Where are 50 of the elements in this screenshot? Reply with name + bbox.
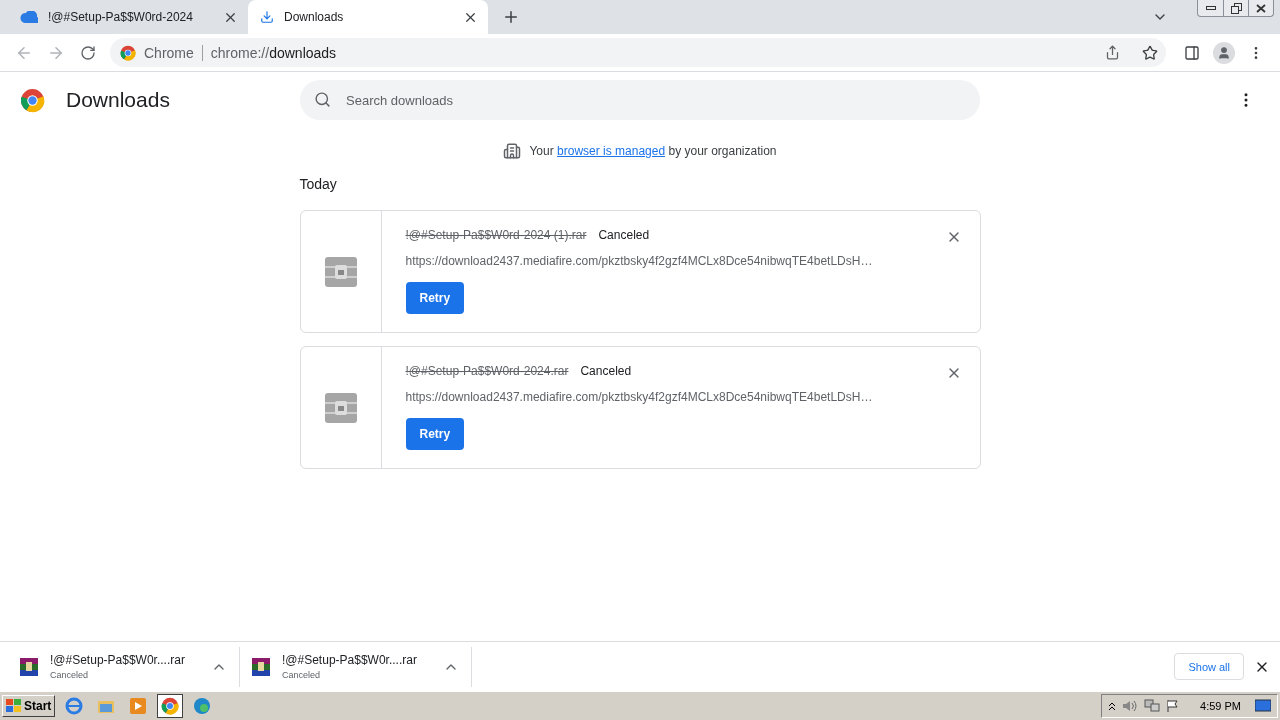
url-text: chrome://downloads <box>210 44 338 61</box>
new-tab-icon[interactable] <box>502 8 520 26</box>
shelf-item[interactable]: !@#Setup-Pa$$W0r....rar Canceled <box>240 646 472 687</box>
download-url: https://download2437.mediafire.com/pkztbsky4f2gzf4MCLx8Dce54nibwqTE4betLDsH… <box>405 254 874 268</box>
cloud-icon <box>20 11 38 23</box>
download-status: Canceled <box>598 228 650 242</box>
archive-file-icon <box>324 256 357 287</box>
archive-file-icon <box>252 657 270 676</box>
show-all-button[interactable]: Show all <box>1174 653 1244 680</box>
download-status: Canceled <box>580 364 632 378</box>
shelf-status: Canceled <box>282 670 322 680</box>
shelf-item[interactable]: !@#Setup-Pa$$W0r....rar Canceled <box>8 646 240 687</box>
chrome-taskbar-icon[interactable] <box>157 694 184 718</box>
retry-button[interactable]: Retry <box>405 282 465 314</box>
browser-tab[interactable]: !@#Setup-Pa$$W0rd-2024 <box>8 0 248 34</box>
retry-button[interactable]: Retry <box>405 418 465 450</box>
speaker-icon[interactable] <box>1122 699 1139 713</box>
windows-logo-icon <box>6 699 22 713</box>
tab-title: !@#Setup-Pa$$W0rd-2024 <box>48 10 194 24</box>
search-field[interactable]: Search downloads <box>300 80 980 120</box>
address-bar[interactable]: Chrome chrome://downloads <box>110 38 1166 67</box>
network-icon[interactable] <box>1144 699 1161 713</box>
star-icon[interactable] <box>1142 44 1158 61</box>
chrome-logo-icon <box>20 87 45 113</box>
chrome-logo-icon <box>161 697 180 715</box>
managed-notice: Your browser is managed by your organization <box>529 144 777 158</box>
download-url: https://download2437.mediafire.com/pkztbsky4f2gzf4MCLx8Dce54nibwqTE4betLDsH… <box>405 390 874 404</box>
browser-tab[interactable]: Downloads <box>248 0 488 34</box>
show-desktop-icon[interactable] <box>1255 699 1271 713</box>
section-heading: Today <box>299 176 338 192</box>
share-icon[interactable] <box>1105 45 1120 60</box>
shelf-status: Canceled <box>50 670 90 680</box>
file-name[interactable]: !@#Setup-Pa$$W0rd-2024.rar <box>405 364 569 378</box>
tray-expand-icon[interactable] <box>1108 701 1117 711</box>
building-icon <box>503 142 522 160</box>
archive-file-icon <box>20 657 38 676</box>
archive-file-icon <box>324 392 357 423</box>
managed-link[interactable]: browser is managed <box>557 144 666 158</box>
tab-title: Downloads <box>284 10 345 24</box>
clock: 4:59 PM <box>1200 700 1241 712</box>
page-title: Downloads <box>66 88 170 112</box>
search-icon <box>314 91 331 108</box>
download-icon <box>260 10 274 24</box>
file-name[interactable]: !@#Setup-Pa$$W0rd-2024 (1).rar <box>405 228 587 242</box>
shelf-file-name: !@#Setup-Pa$$W0r....rar <box>50 653 186 667</box>
chrome-logo-icon <box>120 44 136 61</box>
shelf-file-name: !@#Setup-Pa$$W0r....rar <box>282 653 418 667</box>
site-label: Chrome <box>144 44 194 61</box>
start-button[interactable]: Start <box>2 695 56 717</box>
flag-icon[interactable] <box>1166 699 1181 713</box>
